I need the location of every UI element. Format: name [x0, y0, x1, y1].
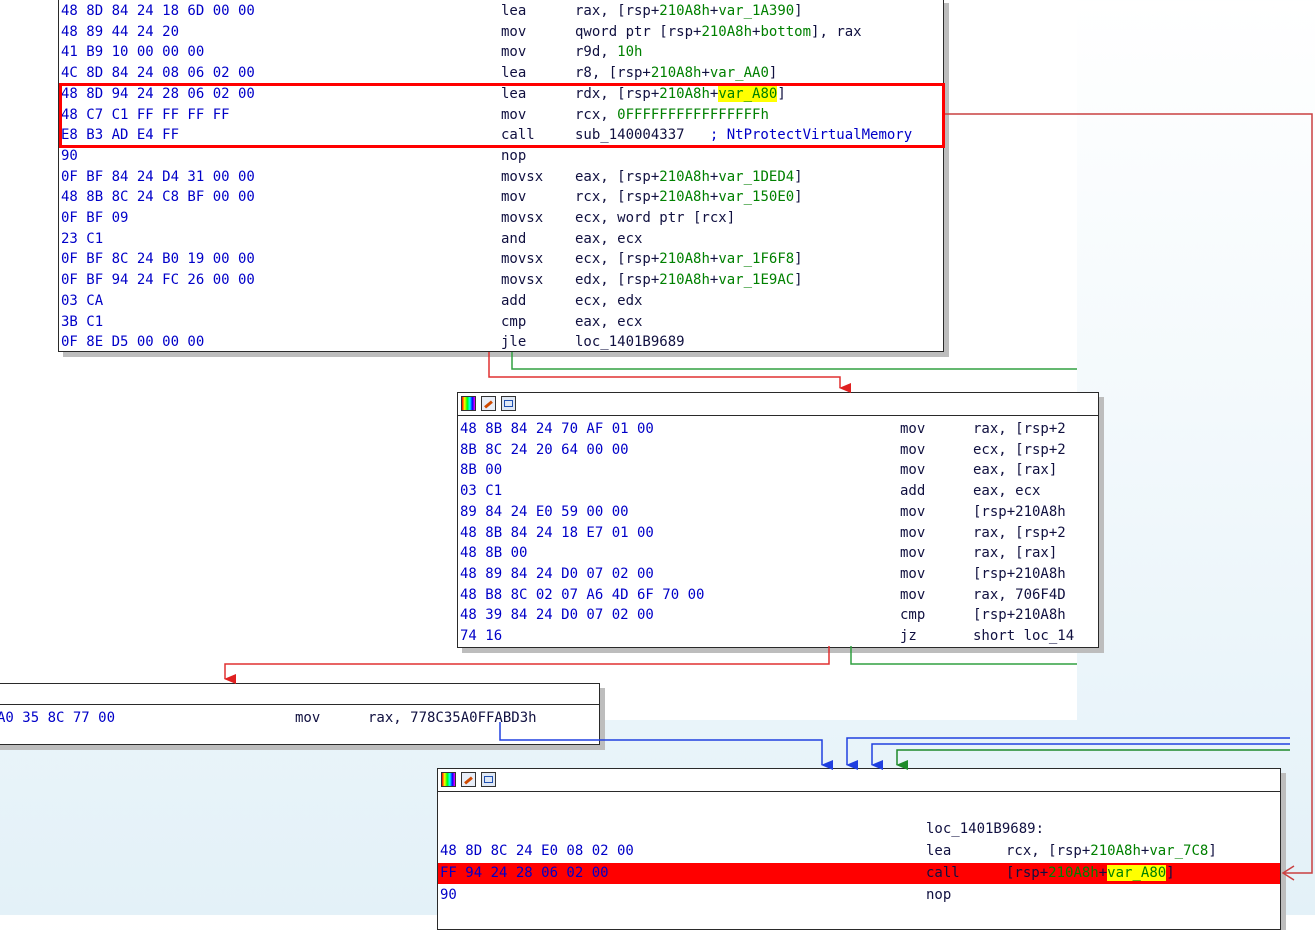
edge-jump	[896, 749, 1290, 770]
graph-edges	[224, 113, 1313, 881]
edge-jump	[846, 737, 1290, 770]
edge-false-branch	[488, 352, 851, 393]
edge-false-branch	[224, 646, 830, 684]
edge-jump	[871, 743, 1290, 770]
edge-jump	[499, 722, 833, 770]
callout-connector	[944, 113, 1313, 874]
edge-true-branch	[511, 352, 1077, 370]
edge-true-branch	[850, 646, 1077, 665]
